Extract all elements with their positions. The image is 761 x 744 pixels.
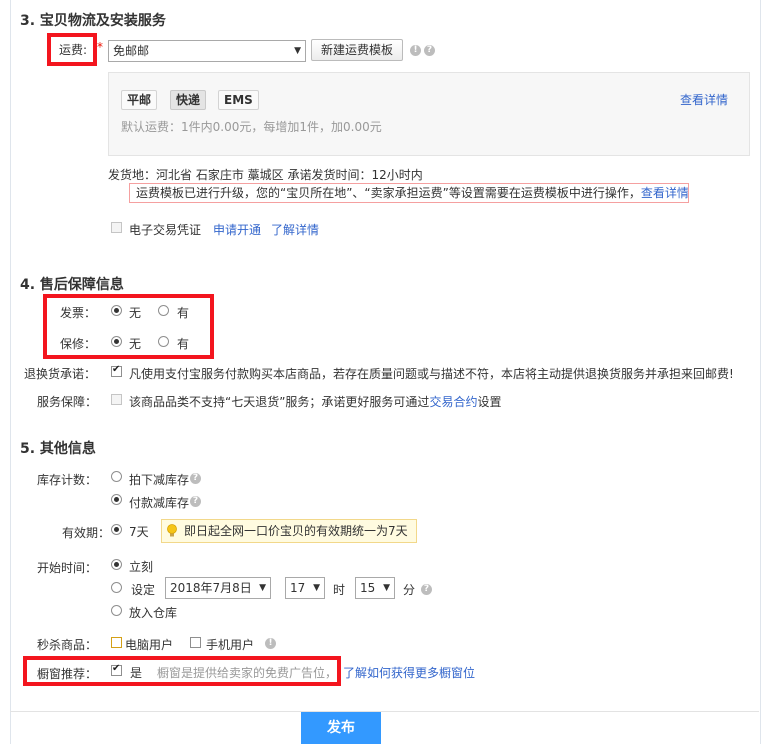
help-icon[interactable]: ?: [424, 45, 435, 56]
guarantee-suffix: 设置: [477, 395, 502, 409]
warehouse-radio[interactable]: [111, 605, 122, 616]
shipping-template-select[interactable]: 免邮邮 ▼: [108, 40, 306, 62]
window-learn-link[interactable]: 了解如何获得更多橱窗位: [343, 664, 475, 681]
help-icon[interactable]: ?: [190, 496, 201, 507]
guarantee-text: 该商品品类不支持“七天退货”服务；承诺更好服务可通过交易合约设置: [129, 393, 501, 410]
upgrade-notice-link[interactable]: 查看详情: [641, 186, 688, 200]
section-title-other: 5. 其他信息: [20, 441, 96, 457]
lightbulb-icon: [167, 524, 177, 537]
start-now-label: 立刻: [129, 560, 154, 574]
invoice-no-radio[interactable]: [111, 305, 122, 316]
date-select[interactable]: 2018年7月8日 ▼: [165, 577, 271, 599]
start-set-label: 设定: [131, 583, 156, 597]
footer-divider: [10, 711, 759, 712]
chevron-down-icon: ▼: [294, 46, 301, 56]
start-time-label: 开始时间：: [37, 561, 98, 575]
mobile-user-checkbox[interactable]: [190, 637, 201, 648]
window-desc: 橱窗是提供给卖家的免费广告位，: [157, 666, 338, 680]
return-checkbox[interactable]: [111, 364, 122, 377]
stock-on-payment-label: 付款减库存: [129, 496, 190, 510]
validity-tip-text: 即日起全网一口价宝贝的有效期统一为7天: [184, 524, 408, 538]
invoice-label: 发票：: [60, 306, 97, 320]
required-mark: *: [97, 40, 103, 54]
warehouse-label: 放入仓库: [129, 606, 178, 620]
chevron-down-icon: ▼: [383, 583, 390, 593]
guarantee-label: 服务保障：: [37, 395, 98, 409]
stock-on-payment-radio[interactable]: [111, 494, 122, 505]
validity-value: 7天: [129, 525, 149, 539]
tab-surface-mail[interactable]: 平邮: [121, 90, 158, 110]
upgrade-notice-text: 运费模板已进行升级，您的“宝贝所在地”、“卖家承担运费”等设置需要在运费模板中进…: [136, 186, 641, 200]
minute-select[interactable]: 15 ▼: [355, 577, 395, 599]
section-title-logistics: 3. 宝贝物流及安装服务: [20, 13, 166, 29]
minute-unit: 分: [403, 583, 416, 597]
contract-link[interactable]: 交易合约: [429, 395, 477, 409]
invoice-yes-label: 有: [177, 306, 190, 320]
learn-more-link[interactable]: 了解详情: [271, 221, 319, 238]
shipping-label: 运费:: [59, 43, 88, 57]
pc-user-label: 电脑用户: [125, 638, 174, 652]
mobile-user-label: 手机用户: [206, 638, 255, 652]
warranty-no-radio[interactable]: [111, 336, 122, 347]
chevron-down-icon: ▼: [259, 583, 266, 593]
stock-label: 库存计数：: [37, 473, 98, 487]
start-set-radio[interactable]: [111, 582, 122, 593]
warranty-yes-radio[interactable]: [158, 336, 169, 347]
help-icon[interactable]: ?: [421, 584, 432, 595]
chevron-down-icon: ▼: [313, 583, 320, 593]
shipping-template-value: 免邮邮: [113, 44, 150, 58]
validity-radio[interactable]: [111, 524, 122, 535]
validity-label: 有效期：: [62, 526, 111, 540]
guarantee-text-main: 该商品品类不支持“七天退货”服务；承诺更好服务可通过: [129, 395, 430, 409]
section-title-after-sales: 4. 售后保障信息: [20, 277, 124, 293]
warranty-label: 保修：: [60, 337, 97, 351]
window-checkbox[interactable]: [111, 663, 122, 676]
invoice-no-label: 无: [129, 306, 142, 320]
help-icon[interactable]: ?: [190, 473, 201, 484]
new-shipping-template-button[interactable]: 新建运费模板: [311, 39, 403, 61]
publish-button[interactable]: 发布: [301, 712, 381, 744]
warning-icon[interactable]: !: [265, 638, 276, 649]
warranty-no-label: 无: [129, 337, 142, 351]
guarantee-checkbox[interactable]: [111, 394, 122, 405]
date-value: 2018年7月8日: [170, 581, 252, 595]
window-label: 橱窗推荐：: [37, 667, 98, 681]
hour-select[interactable]: 17 ▼: [285, 577, 325, 599]
flash-sale-label: 秒杀商品：: [37, 638, 98, 652]
warranty-yes-label: 有: [177, 337, 190, 351]
stock-on-order-label: 拍下减库存: [129, 473, 190, 487]
start-now-radio[interactable]: [111, 559, 122, 570]
minute-value: 15: [360, 581, 376, 595]
origin-text: 发货地：河北省 石家庄市 藁城区 承诺发货时间：12小时内: [108, 168, 423, 182]
return-label: 退换货承诺：: [24, 367, 97, 381]
pc-user-checkbox[interactable]: [111, 637, 122, 648]
hour-value: 17: [290, 581, 306, 595]
hour-unit: 时: [333, 583, 346, 597]
invoice-yes-radio[interactable]: [158, 305, 169, 316]
validity-tip: 即日起全网一口价宝贝的有效期统一为7天: [161, 519, 417, 543]
window-yes-label: 是: [130, 666, 143, 680]
e-voucher-checkbox[interactable]: [111, 222, 122, 233]
tab-ems[interactable]: EMS: [218, 90, 259, 110]
upgrade-notice: 运费模板已进行升级，您的“宝贝所在地”、“卖家承担运费”等设置需要在运费模板中进…: [129, 183, 689, 203]
stock-on-order-radio[interactable]: [111, 471, 122, 482]
view-details-link[interactable]: 查看详情: [680, 91, 728, 108]
e-voucher-label: 电子交易凭证: [129, 223, 202, 237]
return-text: 凡使用支付宝服务付款购买本店商品，若存在质量问题或与描述不符，本店将主动提供退换…: [129, 367, 734, 381]
default-fee-text: 默认运费：1件内0.00元，每增加1件，加0.00元: [121, 120, 382, 134]
warning-icon[interactable]: !: [410, 45, 421, 56]
tab-express[interactable]: 快递: [170, 90, 207, 110]
shipping-template-panel: [108, 72, 750, 156]
apply-link[interactable]: 申请开通: [213, 221, 261, 238]
